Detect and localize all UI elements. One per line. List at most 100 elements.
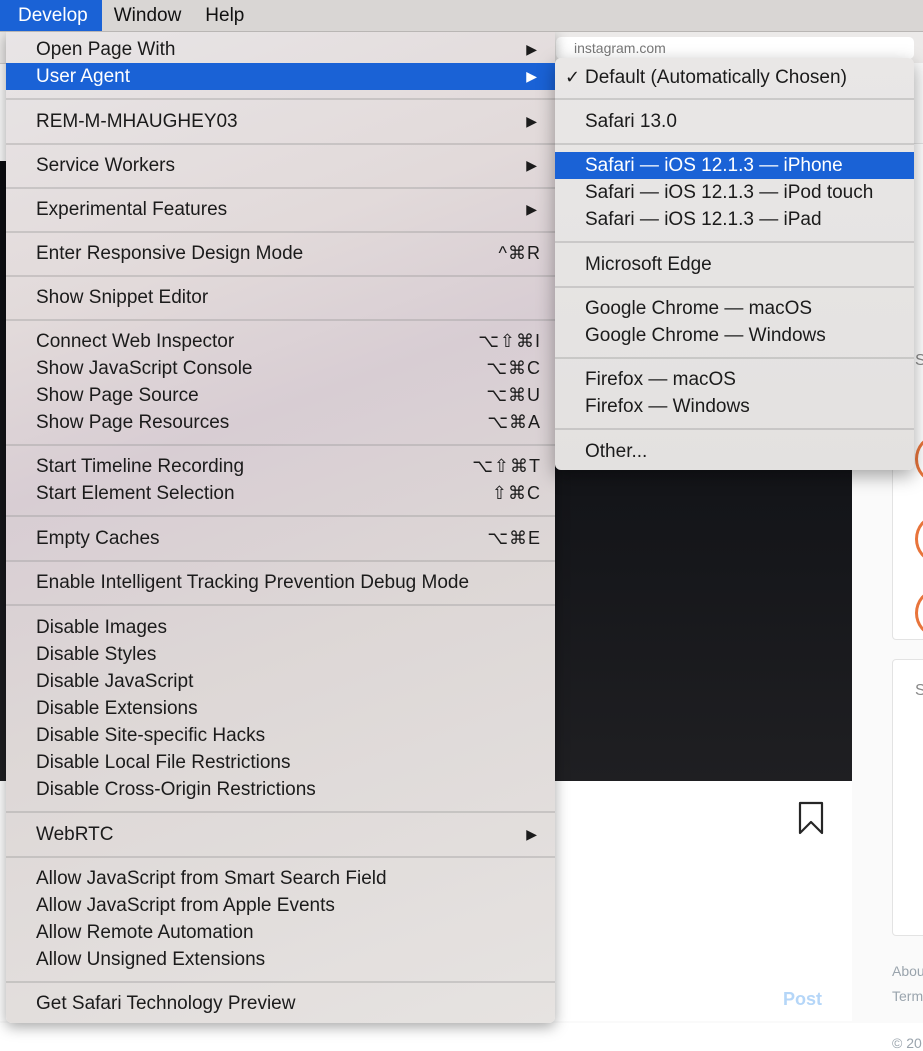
menu-item-empty-caches[interactable]: Empty Caches ⌥⌘E [6,525,555,552]
menu-item-label: Allow Unsigned Extensions [36,949,266,970]
menu-item-remote-automation[interactable]: Allow Remote Automation [6,919,555,946]
ua-safari-13[interactable]: Safari 13.0 [555,108,914,135]
menu-item-label: Experimental Features [36,199,228,220]
menu-item-experimental-features[interactable]: Experimental Features ▶ [6,196,555,223]
menu-item-disable-javascript[interactable]: Disable JavaScript [6,668,555,695]
menu-item-js-smart-search[interactable]: Allow JavaScript from Smart Search Field [6,865,555,892]
menu-help[interactable]: Help [193,0,256,31]
menu-separator [6,604,555,606]
menu-item-open-page-with[interactable]: Open Page With ▶ [6,36,555,63]
menu-separator [6,560,555,562]
menu-item-js-apple-events[interactable]: Allow JavaScript from Apple Events [6,892,555,919]
menu-item-snippet-editor[interactable]: Show Snippet Editor [6,284,555,311]
menu-develop[interactable]: Develop [0,0,102,31]
menu-item-label: Disable Styles [36,644,157,665]
sidebar-heading: S [915,682,923,699]
menu-item-safari-tech-preview[interactable]: Get Safari Technology Preview [6,990,555,1017]
ua-chrome-macos[interactable]: Google Chrome — macOS [555,295,914,322]
menu-separator [6,98,555,100]
ua-firefox-windows[interactable]: Firefox — Windows [555,393,914,420]
shortcut: ⇧⌘C [491,483,541,503]
menu-separator [6,515,555,517]
menu-item-label: Firefox — macOS [585,369,736,390]
menu-item-label: Empty Caches [36,528,160,549]
menu-item-page-resources[interactable]: Show Page Resources ⌥⌘A [6,409,555,436]
menu-item-javascript-console[interactable]: Show JavaScript Console ⌥⌘C [6,355,555,382]
ua-ios-ipad[interactable]: Safari — iOS 12.1.3 — iPad [555,206,914,233]
submenu-arrow-icon: ▶ [526,41,537,57]
menu-item-itp-debug[interactable]: Enable Intelligent Tracking Prevention D… [6,569,555,596]
ua-ios-ipod[interactable]: Safari — iOS 12.1.3 — iPod touch [555,179,914,206]
menu-separator [555,143,914,145]
menu-item-label: Disable JavaScript [36,671,194,692]
develop-menu: Open Page With ▶ User Agent ▶ REM-M-MHAUGH… [6,31,555,1023]
menu-item-webrtc[interactable]: WebRTC ▶ [6,821,555,848]
sidebar-heading: S [915,352,923,369]
menu-item-label: Show Page Resources [36,412,230,433]
ua-ios-iphone[interactable]: Safari — iOS 12.1.3 — iPhone [555,152,914,179]
menu-item-label: Connect Web Inspector [36,331,235,352]
menu-item-service-workers[interactable]: Service Workers ▶ [6,152,555,179]
menu-item-label: WebRTC [36,824,114,845]
menu-separator [555,286,914,288]
menu-item-label: Service Workers [36,155,176,176]
menu-separator [555,357,914,359]
shortcut: ⌥⇧⌘I [478,331,541,351]
shortcut: ⌥⌘A [487,412,541,432]
menu-separator [6,811,555,813]
ua-edge[interactable]: Microsoft Edge [555,251,914,278]
user-agent-submenu: ✓ Default (Automatically Chosen) Safari 1… [555,58,914,470]
menu-window[interactable]: Window [102,0,194,31]
post-button[interactable]: Post [783,989,822,1010]
menu-item-label: User Agent [36,66,130,87]
ua-other[interactable]: Other... [555,438,914,465]
submenu-arrow-icon: ▶ [526,826,537,842]
menu-item-unsigned-extensions[interactable]: Allow Unsigned Extensions [6,946,555,973]
menu-item-label: Default (Automatically Chosen) [585,67,847,88]
menu-item-connect-web-inspector[interactable]: Connect Web Inspector ⌥⇧⌘I [6,328,555,355]
menu-separator [6,231,555,233]
menu-separator [6,187,555,189]
menu-item-label: Enter Responsive Design Mode [36,243,304,264]
menu-item-disable-images[interactable]: Disable Images [6,614,555,641]
menu-item-responsive-design-mode[interactable]: Enter Responsive Design Mode ^⌘R [6,240,555,267]
suggestions-card: S [892,659,923,936]
menu-item-label: Firefox — Windows [585,396,750,417]
menu-item-disable-cross-origin[interactable]: Disable Cross-Origin Restrictions [6,776,555,803]
story-ring [915,590,923,636]
ua-firefox-macos[interactable]: Firefox — macOS [555,366,914,393]
menu-item-timeline-recording[interactable]: Start Timeline Recording ⌥⇧⌘T [6,453,555,480]
footer-link[interactable]: Term [892,988,923,1004]
story-ring [915,436,923,482]
menu-item-label: Google Chrome — Windows [585,325,826,346]
submenu-arrow-icon: ▶ [526,68,537,84]
shortcut: ⌥⌘E [487,528,541,548]
menu-item-label: Microsoft Edge [585,254,712,275]
menu-item-user-agent[interactable]: User Agent ▶ [6,63,555,90]
menu-item-disable-styles[interactable]: Disable Styles [6,641,555,668]
menu-item-element-selection[interactable]: Start Element Selection ⇧⌘C [6,480,555,507]
submenu-arrow-icon: ▶ [526,113,537,129]
ua-chrome-windows[interactable]: Google Chrome — Windows [555,322,914,349]
ua-default[interactable]: ✓ Default (Automatically Chosen) [555,64,914,91]
menu-separator [6,275,555,277]
bookmark-icon[interactable] [798,801,824,835]
menu-item-page-source[interactable]: Show Page Source ⌥⌘U [6,382,555,409]
menu-item-disable-local-file-restrictions[interactable]: Disable Local File Restrictions [6,749,555,776]
menu-separator [6,143,555,145]
menu-item-label: Disable Local File Restrictions [36,752,291,773]
menu-item-label: Allow Remote Automation [36,922,254,943]
menu-item-label: Safari — iOS 12.1.3 — iPhone [585,155,843,176]
menu-item-label: Safari — iOS 12.1.3 — iPad [585,209,822,230]
shortcut: ⌥⇧⌘T [472,456,541,476]
menu-item-device[interactable]: REM-M-MHAUGHEY03 ▶ [6,108,555,135]
footer-copyright: © 20 [892,1035,922,1051]
menu-item-disable-extensions[interactable]: Disable Extensions [6,695,555,722]
menu-item-label: Google Chrome — macOS [585,298,813,319]
address-bar[interactable]: instagram.com [556,37,914,59]
menu-item-disable-site-hacks[interactable]: Disable Site-specific Hacks [6,722,555,749]
menu-separator [555,241,914,243]
menu-item-label: Disable Site-specific Hacks [36,725,266,746]
menu-item-label: Get Safari Technology Preview [36,993,296,1014]
footer-link[interactable]: Abou [892,963,923,979]
